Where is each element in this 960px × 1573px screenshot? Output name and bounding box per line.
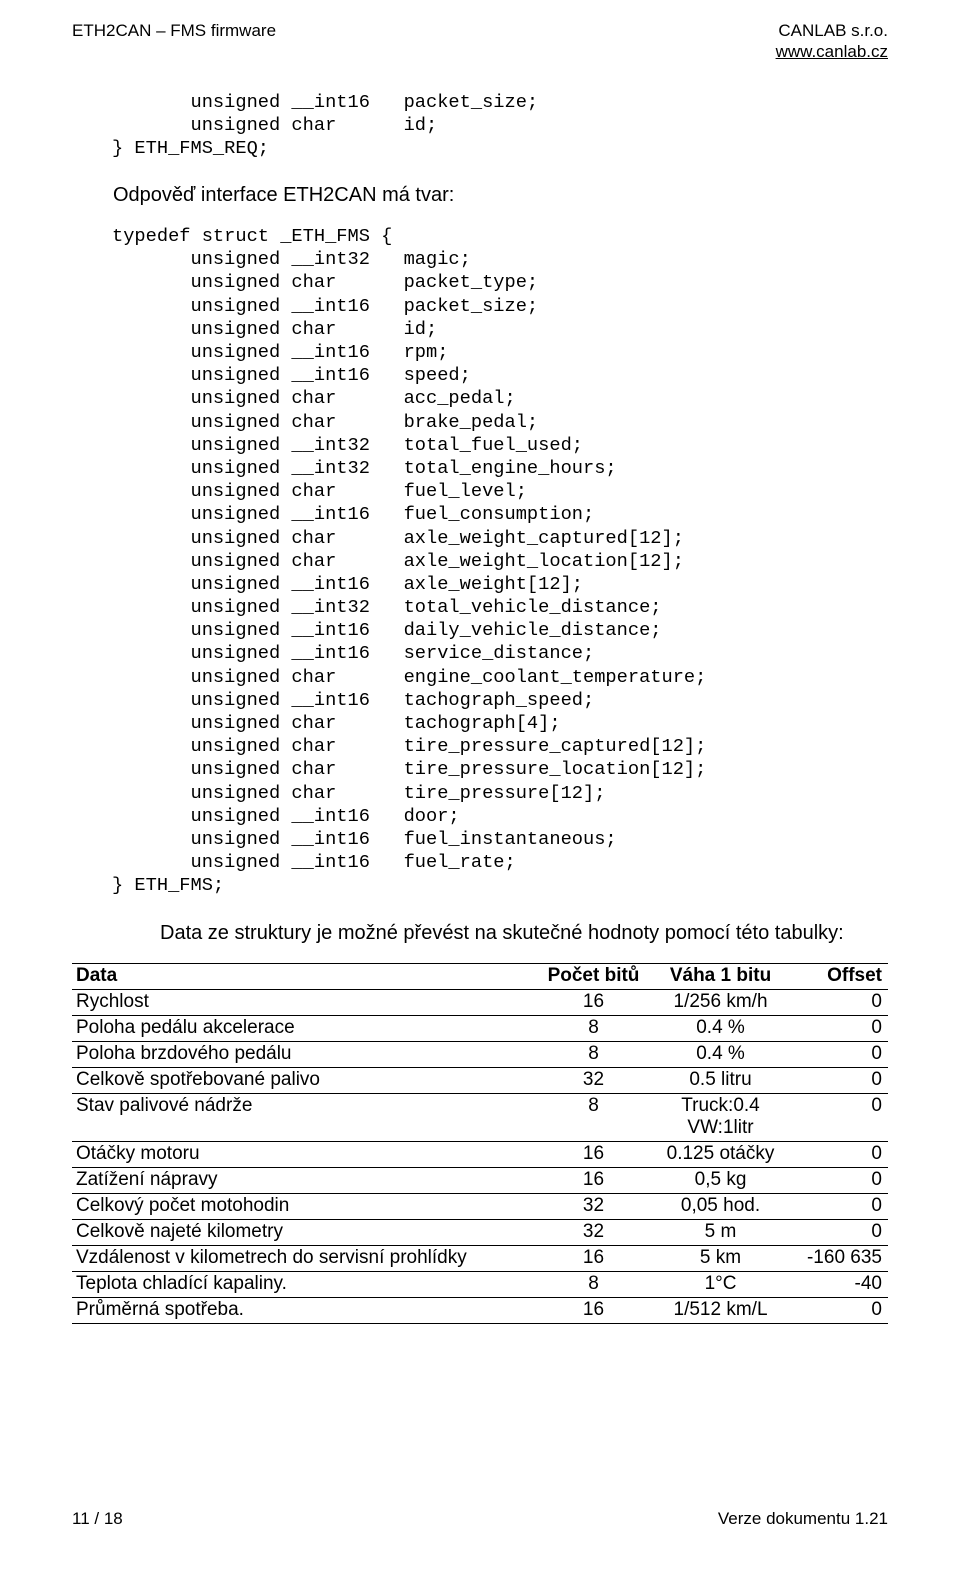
col-bits: Počet bitů [536,963,654,989]
table-row: Vzdálenost v kilometrech do servisní pro… [72,1245,888,1271]
cell-data: Celkový počet motohodin [72,1193,536,1219]
cell-weight: 5 m [653,1219,789,1245]
header-left: ETH2CAN – FMS firmware [72,20,276,63]
table-row: Rychlost161/256 km/h0 [72,989,888,1015]
cell-offset: 0 [790,1015,888,1041]
cell-data: Průměrná spotřeba. [72,1297,536,1323]
col-data: Data [72,963,536,989]
cell-offset: 0 [790,1093,888,1141]
table-row: Stav palivové nádrže8Truck:0.4 VW:1litr0 [72,1093,888,1141]
table-row: Poloha brzdového pedálu80.4 %0 [72,1041,888,1067]
cell-offset: 0 [790,989,888,1015]
table-intro-text: Data ze struktury je možné převést na sk… [160,922,888,945]
cell-bits: 16 [536,989,654,1015]
cell-data: Zatížení nápravy [72,1167,536,1193]
cell-offset: 0 [790,1067,888,1093]
code-block-request: unsigned __int16 packet_size; unsigned c… [112,91,888,161]
cell-data: Rychlost [72,989,536,1015]
cell-offset: 0 [790,1297,888,1323]
cell-data: Vzdálenost v kilometrech do servisní pro… [72,1245,536,1271]
table-row: Celkově spotřebované palivo320.5 litru0 [72,1067,888,1093]
cell-offset: 0 [790,1141,888,1167]
cell-weight: 0,5 kg [653,1167,789,1193]
table-row: Zatížení nápravy160,5 kg0 [72,1167,888,1193]
col-offset: Offset [790,963,888,989]
cell-weight: 0.5 litru [653,1067,789,1093]
cell-data: Celkově najeté kilometry [72,1219,536,1245]
footer-doc-version: Verze dokumentu 1.21 [718,1509,888,1529]
footer-page-number: 11 / 18 [72,1509,123,1529]
code-block-response: typedef struct _ETH_FMS { unsigned __int… [112,225,888,897]
table-row: Celkový počet motohodin320,05 hod.0 [72,1193,888,1219]
table-row: Otáčky motoru160.125 otáčky0 [72,1141,888,1167]
table-row: Teplota chladící kapaliny.81°C-40 [72,1271,888,1297]
col-weight: Váha 1 bitu [653,963,789,989]
cell-weight: 0,05 hod. [653,1193,789,1219]
header-right-line1: CANLAB s.r.o. [776,20,888,41]
cell-weight: 5 km [653,1245,789,1271]
document-page: ETH2CAN – FMS firmware CANLAB s.r.o. www… [0,0,960,1573]
table-row: Celkově najeté kilometry325 m0 [72,1219,888,1245]
cell-bits: 8 [536,1271,654,1297]
cell-data: Celkově spotřebované palivo [72,1067,536,1093]
response-intro-text: Odpověď interface ETH2CAN má tvar: [112,184,888,207]
cell-offset: -160 635 [790,1245,888,1271]
cell-weight: 0.125 otáčky [653,1141,789,1167]
page-footer: 11 / 18 Verze dokumentu 1.21 [72,1509,888,1529]
cell-offset: 0 [790,1167,888,1193]
cell-weight: Truck:0.4 VW:1litr [653,1093,789,1141]
cell-weight: 0.4 % [653,1041,789,1067]
cell-bits: 16 [536,1245,654,1271]
cell-offset: 0 [790,1041,888,1067]
cell-data: Teplota chladící kapaliny. [72,1271,536,1297]
cell-bits: 16 [536,1297,654,1323]
header-right: CANLAB s.r.o. www.canlab.cz [776,20,888,63]
cell-data: Poloha pedálu akcelerace [72,1015,536,1041]
cell-bits: 16 [536,1167,654,1193]
cell-bits: 8 [536,1041,654,1067]
cell-weight: 1°C [653,1271,789,1297]
cell-weight: 1/512 km/L [653,1297,789,1323]
cell-bits: 32 [536,1067,654,1093]
cell-weight: 1/256 km/h [653,989,789,1015]
cell-bits: 16 [536,1141,654,1167]
content-area: unsigned __int16 packet_size; unsigned c… [72,91,888,1324]
table-row: Průměrná spotřeba.161/512 km/L0 [72,1297,888,1323]
cell-data: Otáčky motoru [72,1141,536,1167]
cell-bits: 32 [536,1219,654,1245]
conversion-table: Data Počet bitů Váha 1 bitu Offset Rychl… [72,963,888,1324]
page-header: ETH2CAN – FMS firmware CANLAB s.r.o. www… [72,20,888,63]
cell-bits: 8 [536,1015,654,1041]
cell-data: Poloha brzdového pedálu [72,1041,536,1067]
cell-weight: 0.4 % [653,1015,789,1041]
cell-offset: 0 [790,1193,888,1219]
cell-bits: 32 [536,1193,654,1219]
table-header-row: Data Počet bitů Váha 1 bitu Offset [72,963,888,989]
cell-data: Stav palivové nádrže [72,1093,536,1141]
header-right-line2: www.canlab.cz [776,41,888,62]
cell-bits: 8 [536,1093,654,1141]
table-row: Poloha pedálu akcelerace80.4 %0 [72,1015,888,1041]
cell-offset: 0 [790,1219,888,1245]
cell-offset: -40 [790,1271,888,1297]
